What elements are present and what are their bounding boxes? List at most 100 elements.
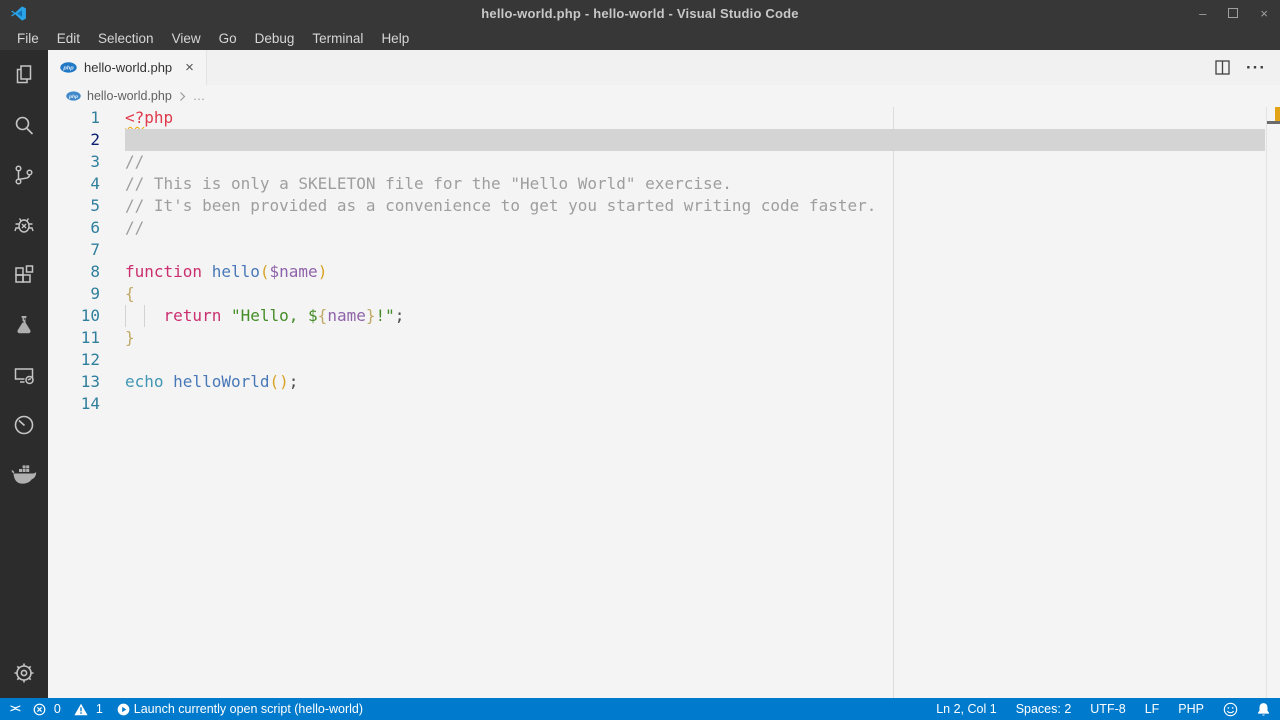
search-icon[interactable] xyxy=(0,100,48,150)
line-number[interactable]: 10 xyxy=(48,305,125,327)
line-number[interactable]: 13 xyxy=(48,371,125,393)
activity-bar xyxy=(0,50,48,698)
line-number[interactable]: 7 xyxy=(48,239,125,261)
notifications-bell-icon[interactable] xyxy=(1257,702,1270,717)
launch-script-label: Launch currently open script (hello-worl… xyxy=(134,702,363,716)
line-number[interactable]: 3 xyxy=(48,151,125,173)
line-content[interactable]: { xyxy=(125,283,1280,305)
code-editor[interactable]: 1<?php23//4// This is only a SKELETON fi… xyxy=(48,107,1280,698)
indent-guide xyxy=(144,305,145,327)
indentation[interactable]: Spaces: 2 xyxy=(1016,702,1072,716)
code-line-13[interactable]: 13echo helloWorld(); xyxy=(48,371,1280,393)
line-content[interactable] xyxy=(125,239,1280,261)
menu-help[interactable]: Help xyxy=(372,28,418,49)
more-actions-icon[interactable]: ··· xyxy=(1246,59,1266,76)
code-lines[interactable]: 1<?php23//4// This is only a SKELETON fi… xyxy=(48,107,1280,415)
line-number[interactable]: 14 xyxy=(48,393,125,415)
code-line-12[interactable]: 12 xyxy=(48,349,1280,371)
tab-close-icon[interactable]: × xyxy=(185,60,194,75)
code-line-4[interactable]: 4// This is only a SKELETON file for the… xyxy=(48,173,1280,195)
settings-gear-icon[interactable] xyxy=(0,648,48,698)
menu-view[interactable]: View xyxy=(163,28,210,49)
php-file-icon: php xyxy=(66,91,81,101)
error-icon xyxy=(33,703,46,716)
line-content[interactable] xyxy=(125,129,1265,151)
line-number[interactable]: 2 xyxy=(48,129,125,151)
docker-icon[interactable] xyxy=(0,450,48,500)
language-mode[interactable]: PHP xyxy=(1178,702,1204,716)
problems-indicator[interactable]: 0 1 xyxy=(33,702,103,716)
code-line-11[interactable]: 11} xyxy=(48,327,1280,349)
line-content[interactable]: <?php xyxy=(125,107,1280,129)
line-content[interactable] xyxy=(125,393,1280,415)
status-bar: >< 0 1 Launch currently open script (hel… xyxy=(0,698,1280,720)
code-line-10[interactable]: 10 return "Hello, ${name}!"; xyxy=(48,305,1280,327)
menu-selection[interactable]: Selection xyxy=(89,28,163,49)
code-line-6[interactable]: 6// xyxy=(48,217,1280,239)
code-line-7[interactable]: 7 xyxy=(48,239,1280,261)
menu-terminal[interactable]: Terminal xyxy=(303,28,372,49)
line-content[interactable]: return "Hello, ${name}!"; xyxy=(125,305,1280,327)
menu-debug[interactable]: Debug xyxy=(246,28,304,49)
line-content[interactable]: // xyxy=(125,151,1280,173)
warning-icon xyxy=(74,703,88,716)
line-number[interactable]: 8 xyxy=(48,261,125,283)
line-content[interactable]: // This is only a SKELETON file for the … xyxy=(125,173,1280,195)
line-content[interactable]: echo helloWorld(); xyxy=(125,371,1280,393)
tab-hello-world-php[interactable]: php hello-world.php × xyxy=(48,50,207,85)
line-number[interactable]: 6 xyxy=(48,217,125,239)
extensions-icon[interactable] xyxy=(0,250,48,300)
gauge-icon[interactable] xyxy=(0,400,48,450)
line-number[interactable]: 5 xyxy=(48,195,125,217)
breadcrumb-file[interactable]: hello-world.php xyxy=(87,89,172,103)
line-number[interactable]: 12 xyxy=(48,349,125,371)
line-content[interactable]: // xyxy=(125,217,1280,239)
code-line-2[interactable]: 2 xyxy=(48,129,1280,151)
maximize-icon[interactable] xyxy=(1228,8,1238,18)
overview-ruler-scrollbar[interactable] xyxy=(1266,107,1280,698)
tab-bar: php hello-world.php × ··· xyxy=(48,50,1280,85)
test-flask-icon[interactable] xyxy=(0,300,48,350)
chevron-right-icon xyxy=(178,91,187,102)
line-content[interactable]: } xyxy=(125,327,1280,349)
split-editor-icon[interactable] xyxy=(1215,60,1230,75)
line-number[interactable]: 4 xyxy=(48,173,125,195)
feedback-smiley-icon[interactable] xyxy=(1223,702,1238,717)
editor-group: php hello-world.php × ··· php hello-worl… xyxy=(48,50,1280,698)
menu-edit[interactable]: Edit xyxy=(48,28,89,49)
breadcrumb-ellipsis[interactable]: … xyxy=(193,89,206,103)
titlebar: hello-world.php - hello-world - Visual S… xyxy=(0,0,1280,26)
line-number[interactable]: 9 xyxy=(48,283,125,305)
php-file-icon: php xyxy=(60,62,77,73)
remote-explorer-icon[interactable] xyxy=(0,350,48,400)
launch-script-button[interactable]: Launch currently open script (hello-worl… xyxy=(117,702,363,716)
line-number[interactable]: 1 xyxy=(48,107,125,129)
close-icon[interactable]: × xyxy=(1260,7,1268,20)
source-control-icon[interactable] xyxy=(0,150,48,200)
indent-guide xyxy=(125,305,126,327)
debug-icon[interactable] xyxy=(0,200,48,250)
menu-go[interactable]: Go xyxy=(210,28,246,49)
line-number[interactable]: 11 xyxy=(48,327,125,349)
play-icon xyxy=(117,703,130,716)
remote-indicator-icon[interactable]: >< xyxy=(10,703,19,715)
code-line-3[interactable]: 3// xyxy=(48,151,1280,173)
minimize-icon[interactable]: – xyxy=(1199,7,1206,20)
breadcrumb[interactable]: php hello-world.php … xyxy=(48,85,1280,107)
line-content[interactable]: function hello($name) xyxy=(125,261,1280,283)
line-content[interactable] xyxy=(125,349,1280,371)
menubar: File Edit Selection View Go Debug Termin… xyxy=(0,26,1280,50)
code-line-14[interactable]: 14 xyxy=(48,393,1280,415)
explorer-icon[interactable] xyxy=(0,50,48,100)
code-line-9[interactable]: 9{ xyxy=(48,283,1280,305)
line-content[interactable]: // It's been provided as a convenience t… xyxy=(125,195,1280,217)
code-line-1[interactable]: 1<?php xyxy=(48,107,1280,129)
menu-file[interactable]: File xyxy=(8,28,48,49)
svg-text:php: php xyxy=(68,94,78,100)
encoding[interactable]: UTF-8 xyxy=(1090,702,1125,716)
cursor-position[interactable]: Ln 2, Col 1 xyxy=(936,702,996,716)
code-line-8[interactable]: 8function hello($name) xyxy=(48,261,1280,283)
error-count: 0 xyxy=(54,702,61,716)
eol-sequence[interactable]: LF xyxy=(1145,702,1160,716)
code-line-5[interactable]: 5// It's been provided as a convenience … xyxy=(48,195,1280,217)
